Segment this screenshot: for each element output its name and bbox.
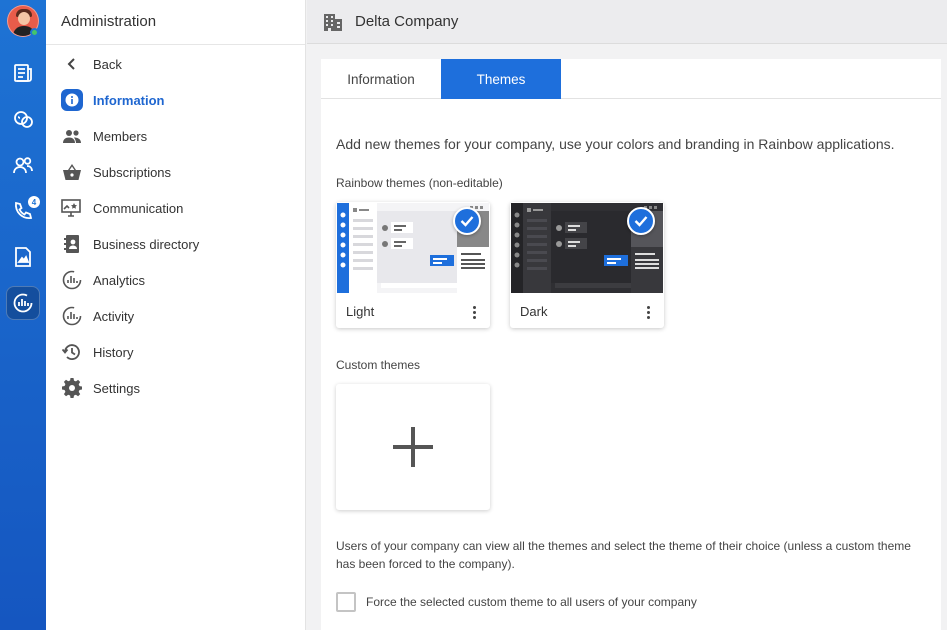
sidebar-item-subscriptions[interactable]: Subscriptions xyxy=(60,158,290,186)
sidebar: Administration Back Information Members … xyxy=(46,0,306,630)
news-icon[interactable] xyxy=(6,56,40,90)
monitor-star-icon xyxy=(60,196,84,220)
back-button[interactable]: Back xyxy=(60,50,290,78)
info-icon xyxy=(60,88,84,112)
tab-themes[interactable]: Themes xyxy=(441,59,561,99)
sidebar-item-label: Communication xyxy=(93,200,184,216)
sidebar-item-label: Business directory xyxy=(93,236,200,252)
back-label: Back xyxy=(93,56,122,72)
theme-name: Dark xyxy=(520,304,548,319)
company-header: Delta Company xyxy=(307,0,947,44)
files-icon[interactable] xyxy=(6,240,40,274)
sidebar-item-members[interactable]: Members xyxy=(60,122,290,150)
sidebar-title: Administration xyxy=(61,13,157,30)
themes-intro-text: Add new themes for your company, use you… xyxy=(336,136,895,152)
selected-check-icon xyxy=(453,207,481,235)
admin-icon[interactable] xyxy=(6,286,40,320)
themes-panel: Information Themes Add new themes for yo… xyxy=(321,59,941,630)
more-options-icon[interactable] xyxy=(468,304,480,320)
sidebar-item-communication[interactable]: Communication xyxy=(60,194,290,222)
activity-icon xyxy=(60,304,84,328)
calls-icon[interactable]: 4 xyxy=(6,194,40,228)
contacts-icon[interactable] xyxy=(6,148,40,182)
sidebar-item-history[interactable]: History xyxy=(60,338,290,366)
divider xyxy=(46,44,305,45)
sidebar-item-label: Activity xyxy=(93,308,135,324)
plus-icon xyxy=(393,427,433,467)
sidebar-item-label: History xyxy=(93,344,134,360)
more-options-icon[interactable] xyxy=(642,304,654,320)
building-icon xyxy=(323,12,343,37)
sidebar-item-information[interactable]: Information xyxy=(60,86,290,114)
theme-card-dark[interactable]: Dark xyxy=(510,202,664,328)
add-custom-theme-button[interactable] xyxy=(336,384,490,510)
theme-card-light[interactable]: Light xyxy=(336,202,490,328)
selected-check-icon xyxy=(627,207,655,235)
calls-badge: 4 xyxy=(28,196,40,208)
custom-themes-label: Custom themes xyxy=(336,358,421,372)
analytics-icon xyxy=(60,268,84,292)
sidebar-item-label: Subscriptions xyxy=(93,164,172,180)
tab-information[interactable]: Information xyxy=(321,59,441,99)
presence-status-icon xyxy=(30,28,39,37)
force-theme-row: Force the selected custom theme to all u… xyxy=(336,592,697,612)
sidebar-item-activity[interactable]: Activity xyxy=(60,302,290,330)
page-title: Delta Company xyxy=(355,13,459,30)
basket-icon xyxy=(60,160,84,184)
members-icon xyxy=(60,124,84,148)
chevron-left-icon xyxy=(60,52,84,76)
conversations-icon[interactable] xyxy=(6,102,40,136)
rainbow-themes-label: Rainbow themes (non-editable) xyxy=(336,176,503,190)
themes-note: Users of your company can view all the t… xyxy=(336,539,911,571)
sidebar-item-label: Settings xyxy=(93,380,140,396)
theme-name: Light xyxy=(346,304,375,319)
sidebar-item-analytics[interactable]: Analytics xyxy=(60,266,290,294)
gear-icon xyxy=(60,376,84,400)
sidebar-item-settings[interactable]: Settings xyxy=(60,374,290,402)
force-theme-label: Force the selected custom theme to all u… xyxy=(366,595,697,609)
tab-bar: Information Themes xyxy=(321,59,941,99)
contact-book-icon xyxy=(60,232,84,256)
sidebar-item-label: Information xyxy=(93,92,165,108)
sidebar-item-label: Analytics xyxy=(93,272,146,288)
history-icon xyxy=(60,340,84,364)
sidebar-item-label: Members xyxy=(93,128,148,144)
force-theme-checkbox[interactable] xyxy=(336,592,356,612)
sidebar-item-business-directory[interactable]: Business directory xyxy=(60,230,290,258)
app-rail: 4 xyxy=(0,0,46,630)
